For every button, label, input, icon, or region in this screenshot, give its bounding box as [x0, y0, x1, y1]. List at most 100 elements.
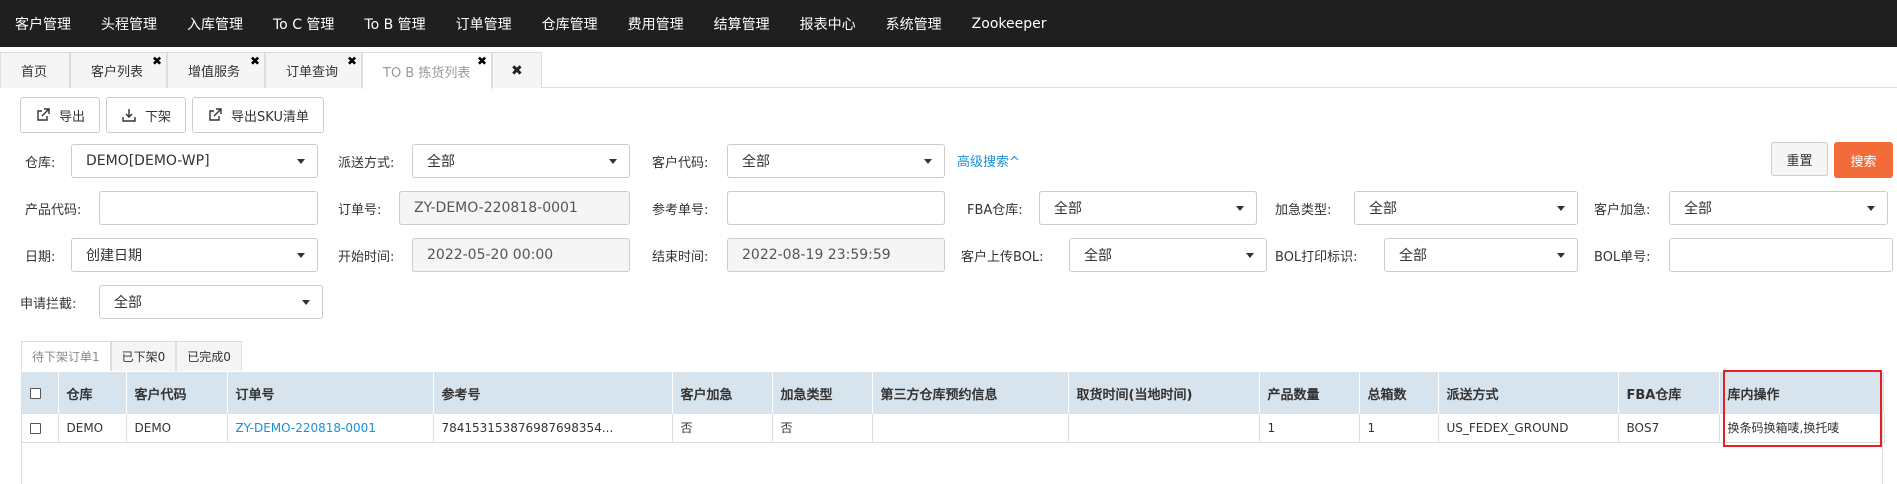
status-tabs: 待下架订单1 已下架0 已完成0 [21, 341, 242, 371]
intercept-select[interactable]: 全部 [99, 285, 323, 319]
bol-print-label: BOL打印标识: [1275, 250, 1358, 265]
bol-upload-label: 客户上传BOL: [961, 250, 1044, 265]
col-header[interactable]: 库内操作 [1719, 372, 1885, 414]
col-header[interactable]: 仓库 [58, 372, 127, 414]
delivery-select[interactable]: 全部 [412, 144, 630, 178]
start-time-input[interactable]: 2022-05-20 00:00 [412, 238, 630, 272]
order-no-input[interactable]: ZY-DEMO-220818-0001 [399, 191, 630, 225]
urgent-type-select[interactable]: 全部 [1354, 191, 1578, 225]
cell-third-party-booking [872, 414, 1069, 442]
caret-down-icon [924, 159, 932, 164]
offshelf-button[interactable]: 下架 [106, 97, 187, 133]
tab-home[interactable]: 首页 [0, 52, 70, 88]
cell-order-no: ZY-DEMO-220818-0001 [227, 414, 434, 442]
tab-label: TO B 拣货列表 [383, 65, 471, 81]
tab-label: 增值服务 [188, 65, 241, 80]
col-header[interactable]: 派送方式 [1438, 372, 1619, 414]
col-header[interactable]: 产品数量 [1259, 372, 1360, 414]
end-time-input[interactable]: 2022-08-19 23:59:59 [727, 238, 945, 272]
tab-value-added[interactable]: 增值服务 ✖ [167, 52, 265, 88]
tab-tob-picking[interactable]: TO B 拣货列表 ✖ [362, 52, 492, 89]
nav-firstleg[interactable]: 头程管理 [101, 14, 157, 34]
order-no-label: 订单号: [338, 203, 382, 218]
date-label: 日期: [25, 250, 56, 265]
date-type-select[interactable]: 创建日期 [71, 238, 318, 272]
customer-code-select[interactable]: 全部 [727, 144, 945, 178]
date-type-value: 创建日期 [86, 248, 142, 264]
reset-button[interactable]: 重置 [1771, 142, 1828, 176]
row-checkbox[interactable] [30, 422, 41, 434]
close-icon[interactable]: ✖ [347, 55, 357, 67]
fba-select[interactable]: 全部 [1039, 191, 1257, 225]
customer-urgent-select[interactable]: 全部 [1669, 191, 1888, 225]
col-header[interactable]: 总箱数 [1359, 372, 1439, 414]
select-all-checkbox[interactable] [30, 387, 41, 399]
caret-down-icon [1557, 253, 1565, 258]
nav-zookeeper[interactable]: Zookeeper [972, 16, 1047, 32]
caret-down-icon [1246, 253, 1254, 258]
nav-toc[interactable]: To C 管理 [273, 14, 334, 34]
close-icon[interactable]: ✖ [250, 55, 260, 67]
export-sku-button[interactable]: 导出SKU清单 [192, 97, 324, 133]
close-icon[interactable]: ✖ [477, 55, 487, 67]
col-header[interactable]: 客户代码 [126, 372, 228, 414]
nav-order[interactable]: 订单管理 [456, 14, 512, 34]
select-all-cell [22, 372, 59, 414]
close-all-icon: ✖ [511, 62, 523, 79]
nav-tob[interactable]: To B 管理 [364, 14, 425, 34]
ref-no-input[interactable] [727, 191, 945, 225]
export-label: 导出 [59, 109, 86, 125]
nav-system[interactable]: 系统管理 [886, 14, 942, 34]
search-button[interactable]: 搜索 [1834, 142, 1893, 178]
fba-label: FBA仓库: [967, 203, 1023, 218]
col-header[interactable]: 订单号 [227, 372, 434, 414]
col-header[interactable]: 客户加急 [672, 372, 773, 414]
tab-order-query[interactable]: 订单查询 ✖ [265, 52, 362, 88]
tab-completed[interactable]: 已完成0 [176, 341, 242, 371]
cell-urgent-type: 否 [772, 414, 873, 442]
nav-customer[interactable]: 客户管理 [15, 14, 71, 34]
caret-down-icon [1867, 206, 1875, 211]
cell-delivery-method: US_FEDEX_GROUND [1438, 414, 1619, 442]
caret-down-icon [609, 159, 617, 164]
customer-urgent-value: 全部 [1684, 201, 1712, 217]
bol-no-input[interactable] [1669, 238, 1893, 272]
col-header[interactable]: FBA仓库 [1618, 372, 1720, 414]
cell-inhouse-ops: 换条码换箱唛,换托唛 [1719, 414, 1885, 442]
top-nav: 客户管理 头程管理 入库管理 To C 管理 To B 管理 订单管理 仓库管理… [0, 0, 1897, 47]
nav-fee[interactable]: 费用管理 [628, 14, 684, 34]
cell-ref-no: 784153153876987698354... [433, 414, 673, 442]
nav-warehouse[interactable]: 仓库管理 [542, 14, 598, 34]
cell-customer-urgent: 否 [672, 414, 773, 442]
export-button[interactable]: 导出 [20, 97, 101, 133]
nav-report[interactable]: 报表中心 [800, 14, 856, 34]
warehouse-value: DEMO[DEMO-WP] [86, 153, 210, 169]
bol-print-value: 全部 [1399, 248, 1427, 264]
nav-inbound[interactable]: 入库管理 [187, 14, 243, 34]
offshelf-label: 下架 [145, 109, 172, 125]
customer-code-value: 全部 [742, 154, 770, 170]
tab-customer-list[interactable]: 客户列表 ✖ [70, 52, 167, 88]
col-header[interactable]: 取货时间(当地时间) [1068, 372, 1260, 414]
tab-offshelved[interactable]: 已下架0 [110, 341, 177, 371]
delivery-value: 全部 [427, 154, 455, 170]
table-row[interactable]: DEMO DEMO ZY-DEMO-220818-0001 7841531538… [22, 414, 1885, 442]
caret-down-icon [297, 159, 305, 164]
col-header[interactable]: 第三方仓库预约信息 [872, 372, 1069, 414]
cell-warehouse: DEMO [58, 414, 127, 442]
col-header[interactable]: 加急类型 [772, 372, 873, 414]
product-code-input[interactable] [99, 191, 318, 225]
row-select-cell [22, 414, 59, 442]
nav-settlement[interactable]: 结算管理 [714, 14, 770, 34]
start-time-label: 开始时间: [338, 250, 395, 265]
advanced-search-link[interactable]: 高级搜索^ [957, 151, 1020, 170]
close-icon[interactable]: ✖ [152, 55, 162, 67]
tab-pending-offshelf[interactable]: 待下架订单1 [21, 341, 111, 371]
warehouse-select[interactable]: DEMO[DEMO-WP] [71, 144, 318, 178]
close-all-tabs-button[interactable]: ✖ [492, 52, 542, 88]
col-header[interactable]: 参考号 [433, 372, 673, 414]
bol-print-select[interactable]: 全部 [1384, 238, 1578, 272]
fba-value: 全部 [1054, 201, 1082, 217]
order-no-link[interactable]: ZY-DEMO-220818-0001 [236, 421, 376, 435]
bol-upload-select[interactable]: 全部 [1069, 238, 1267, 272]
